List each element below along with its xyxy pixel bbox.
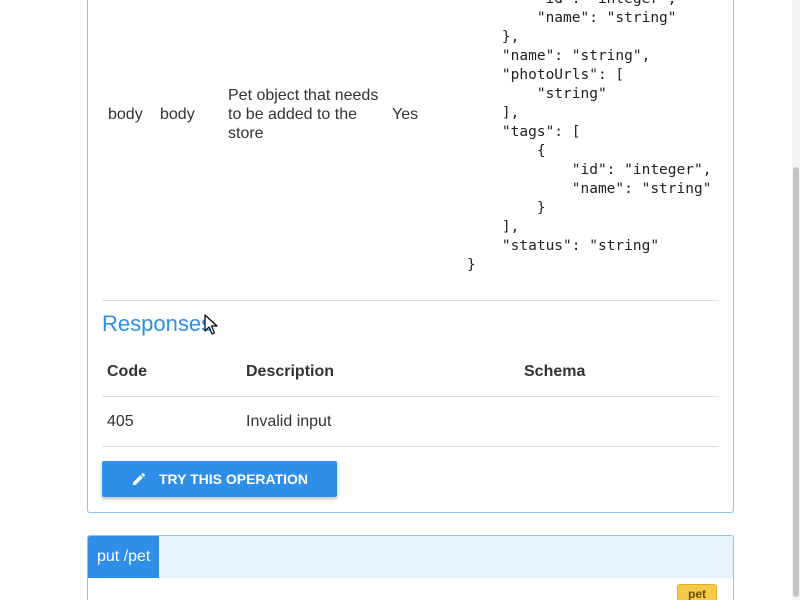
try-operation-label: TRY THIS OPERATION — [158, 471, 309, 487]
tag-badge[interactable]: pet — [677, 584, 717, 600]
parameter-row: body body Pet object that needs to be ad… — [102, 0, 719, 301]
try-operation-button[interactable]: TRY THIS OPERATION — [102, 461, 337, 497]
table-row: 405 Invalid input — [102, 397, 719, 447]
scrollbar-thumb[interactable] — [793, 167, 799, 597]
responses-table: Code Description Schema 405 Invalid inpu… — [102, 347, 719, 447]
schema-example[interactable]: "id": "integer", "name": "string" }, "na… — [467, 0, 711, 275]
operation-method-path[interactable]: put /pet — [88, 536, 160, 578]
responses-title: Responses — [102, 311, 213, 336]
header-description: Description — [246, 363, 335, 380]
response-description: Invalid input — [246, 413, 332, 430]
parameter-description: Pet object that needs to be added to the… — [228, 87, 379, 142]
parameter-required: Yes — [392, 106, 419, 123]
parameter-location: body — [160, 106, 195, 123]
parameter-name: body — [108, 106, 143, 123]
response-code: 405 — [107, 413, 134, 430]
api-docs-page: body body Pet object that needs to be ad… — [0, 0, 800, 600]
operation-card-put-pet[interactable]: put /pet pet — [87, 535, 734, 600]
responses-header-row: Code Description Schema — [102, 347, 719, 397]
operation-header[interactable]: put /pet — [88, 536, 733, 578]
header-code: Code — [107, 363, 147, 380]
pencil-icon — [131, 471, 147, 487]
header-schema: Schema — [524, 363, 586, 380]
operation-card-post-pet: body body Pet object that needs to be ad… — [87, 0, 734, 513]
